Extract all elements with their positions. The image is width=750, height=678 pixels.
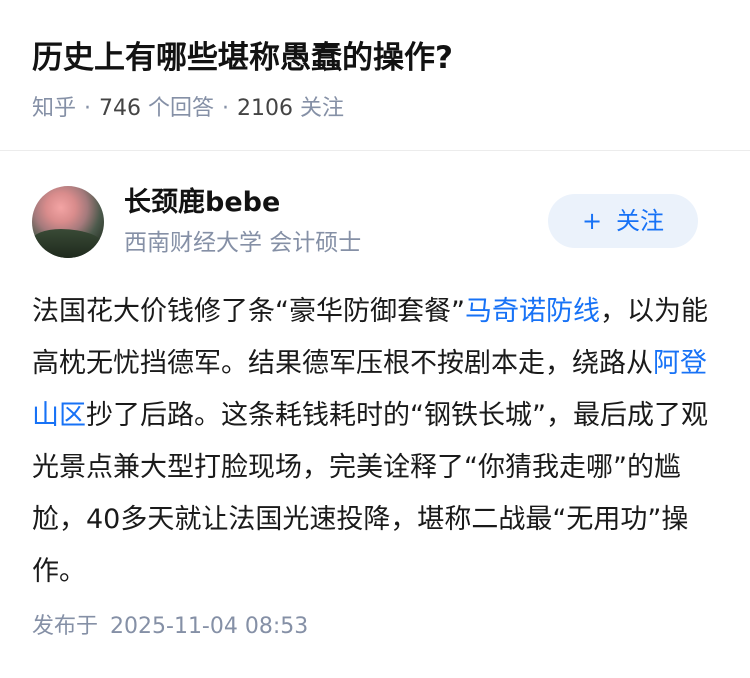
answer-count-label: 个回答 (148, 96, 215, 121)
follower-count: 2106 (237, 96, 294, 121)
author-name[interactable]: 长颈鹿bebe (124, 184, 280, 222)
source-label[interactable]: 知乎 (32, 96, 76, 121)
author-headline: 西南财经大学 会计硕士 (124, 230, 362, 256)
published-label: 发布于 (32, 614, 99, 639)
post-time: 发布于 2025-11-04 08:53 (32, 610, 308, 644)
author-row: 长颈鹿bebe 西南财经大学 会计硕士 + 关注 (0, 168, 750, 268)
answer-page: 历史上有哪些堪称愚蠢的操作? 知乎 · 746 个回答 · 2106 关注 长颈鹿beb… (0, 0, 750, 678)
follow-button-label: 关注 (616, 207, 665, 235)
follow-button[interactable]: + 关注 (548, 194, 698, 248)
avatar[interactable] (32, 186, 104, 258)
plus-icon: + (581, 207, 603, 235)
question-header: 历史上有哪些堪称愚蠢的操作? 知乎 · 746 个回答 · 2106 关注 (0, 0, 750, 151)
question-title[interactable]: 历史上有哪些堪称愚蠢的操作? (32, 36, 453, 80)
published-timestamp: 2025-11-04 08:53 (110, 614, 309, 639)
separator-dot: · (84, 96, 92, 121)
separator-dot: · (222, 96, 230, 121)
answer-text-segment: 法国花大价钱修了条“豪华防御套餐” (32, 296, 465, 327)
question-meta: 知乎 · 746 个回答 · 2106 关注 (32, 92, 344, 126)
follower-count-label: 关注 (300, 96, 345, 121)
answer-text-segment: 抄了后路。这条耗钱耗时的“钢铁长城”，最后成了观光景点兼大型打脸现场，完美诠释了… (32, 400, 708, 587)
answer-count: 746 (99, 96, 142, 121)
link-maginot-line[interactable]: 马奇诺防线 (465, 296, 600, 327)
answer-body: 法国花大价钱修了条“豪华防御套餐”马奇诺防线，以为能高枕无忧挡德军。结果德军压根… (32, 286, 722, 598)
avatar-tree-silhouette (32, 229, 104, 258)
